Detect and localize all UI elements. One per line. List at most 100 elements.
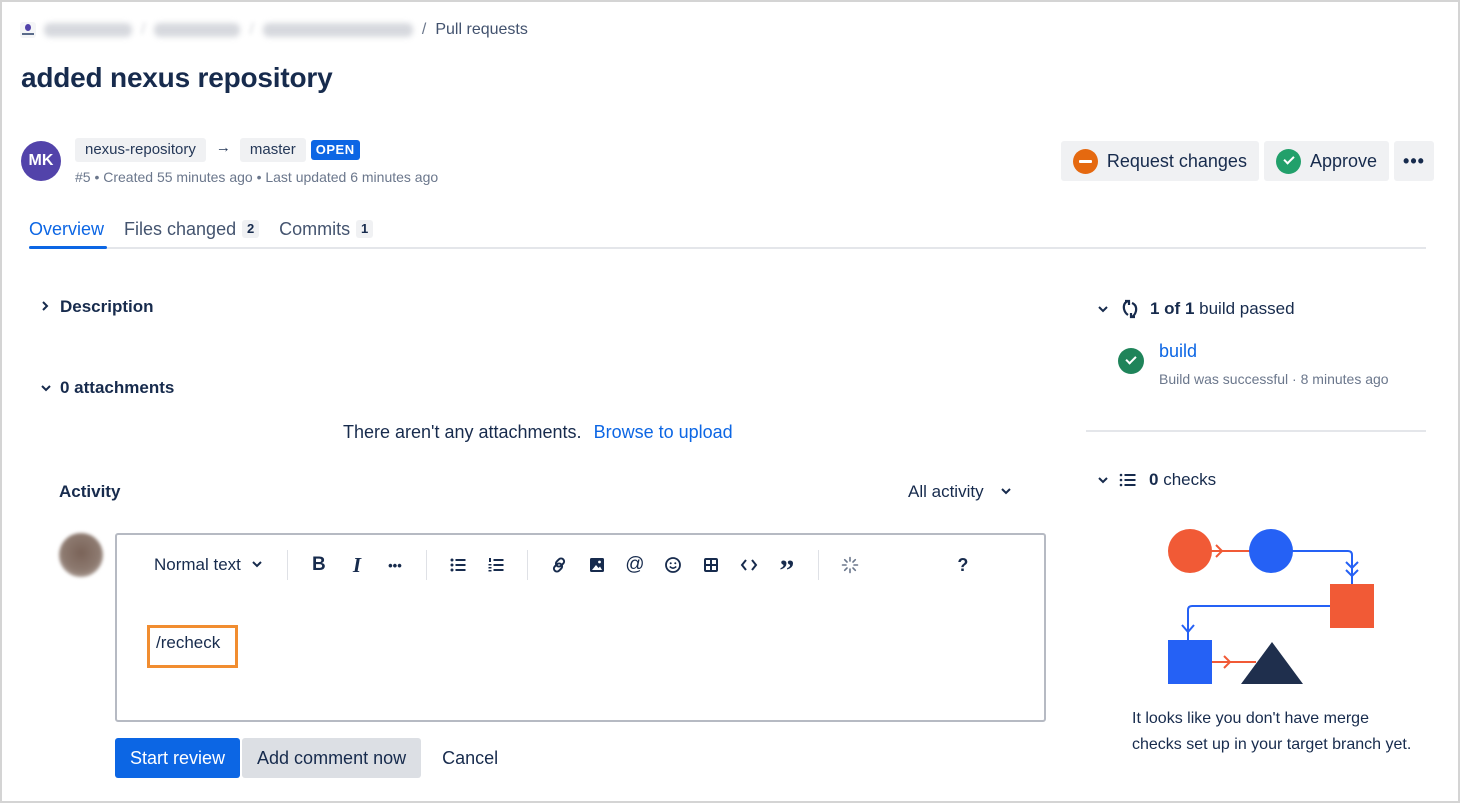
insert-more-button[interactable] <box>836 550 864 580</box>
image-button[interactable] <box>583 550 611 580</box>
text-style-label: Normal text <box>154 555 241 574</box>
bullet-list-button[interactable] <box>444 550 472 580</box>
activity-filter-dropdown[interactable]: All activity <box>908 482 1012 502</box>
attachments-empty-text: There aren't any attachments. <box>343 422 582 442</box>
chevron-down-icon <box>40 381 51 396</box>
code-icon <box>740 559 758 571</box>
breadcrumb-workspace-blurred[interactable] <box>44 23 132 37</box>
illus-arrow-red-top <box>1206 544 1250 558</box>
tab-label: Commits <box>279 218 351 239</box>
checks-empty-text: It looks like you don't have merge check… <box>1132 710 1412 753</box>
help-button[interactable]: ? <box>949 550 977 580</box>
editor-actions: Start review Add comment now Cancel <box>115 738 513 778</box>
chevron-down-icon <box>1097 473 1108 488</box>
chevron-right-icon <box>40 300 50 315</box>
activity-title: Activity <box>59 482 121 501</box>
breadcrumb-project-blurred[interactable] <box>154 23 241 37</box>
page-title: added nexus repository <box>21 62 333 93</box>
request-changes-icon <box>1072 148 1098 174</box>
merge-checks-illustration <box>1168 529 1374 684</box>
quote-button[interactable]: ” <box>773 550 801 586</box>
request-changes-button[interactable]: Request changes <box>1060 141 1259 181</box>
chevron-down-icon <box>1000 485 1012 499</box>
toolbar-divider <box>526 550 528 580</box>
attachments-label: 0 attachments <box>60 378 175 397</box>
tab-label: Files changed <box>124 218 237 239</box>
numbered-list-icon <box>488 558 504 572</box>
description-label: Description <box>60 297 154 316</box>
editor-text[interactable]: /recheck <box>156 633 220 653</box>
emoji-icon <box>665 557 681 573</box>
mention-button[interactable]: @ <box>621 550 649 580</box>
italic-button[interactable]: I <box>343 550 371 580</box>
checklist-icon <box>1119 473 1136 487</box>
pr-actions: Request changes Approve ••• <box>1060 141 1434 181</box>
attachments-toggle[interactable]: 0 attachments <box>40 378 174 398</box>
breadcrumb-separator: / <box>141 21 146 38</box>
illus-blue-circle <box>1249 529 1293 573</box>
start-review-button[interactable]: Start review <box>115 738 241 778</box>
build-meta: Build was successful · 8 minutes ago <box>1159 371 1389 387</box>
activity-filter-label: All activity <box>908 482 984 501</box>
breadcrumb: / / / Pull requests <box>20 18 528 42</box>
status-badge: OPEN <box>310 140 360 160</box>
tab-label: Overview <box>29 218 105 239</box>
emoji-button[interactable] <box>659 550 687 580</box>
add-comment-button[interactable]: Add comment now <box>242 738 422 778</box>
meta-separator: · <box>1288 371 1301 387</box>
request-changes-label: Request changes <box>1106 150 1247 171</box>
table-button[interactable] <box>697 550 725 580</box>
chevron-down-icon <box>1097 302 1108 317</box>
toolbar-divider <box>817 550 819 580</box>
breadcrumb-separator: / <box>249 21 254 38</box>
toolbar-divider <box>286 550 288 580</box>
numbered-list-button[interactable] <box>482 550 510 580</box>
builds-toggle[interactable]: 1 of 1 build passed <box>1097 298 1295 320</box>
cancel-button[interactable]: Cancel <box>427 738 513 778</box>
text-style-dropdown[interactable]: Normal text <box>154 555 263 575</box>
checks-toggle[interactable]: 0 checks <box>1097 470 1216 490</box>
more-actions-button[interactable]: ••• <box>1394 141 1434 181</box>
link-icon <box>552 557 565 573</box>
illus-blue-square <box>1168 640 1212 684</box>
code-button[interactable] <box>735 550 763 580</box>
table-icon <box>703 558 718 572</box>
description-toggle[interactable]: Description <box>40 297 154 317</box>
attachments-empty-state: There aren't any attachments. Browse to u… <box>343 422 733 443</box>
browse-to-upload-link[interactable]: Browse to upload <box>594 422 733 442</box>
breadcrumb-pull-requests[interactable]: Pull requests <box>435 21 528 39</box>
author-avatar[interactable]: MK <box>21 141 61 181</box>
sparkle-icon <box>841 556 859 574</box>
illus-arrow-red-bottom <box>1212 655 1256 669</box>
active-tab-indicator <box>29 246 107 249</box>
tab-count-badge: 1 <box>356 220 374 238</box>
more-icon: ••• <box>1403 150 1425 171</box>
source-branch[interactable]: nexus-repository <box>75 138 206 162</box>
pr-subtitle: #5 • Created 55 minutes ago • Last updat… <box>75 169 439 185</box>
branch-info: nexus-repository → master OPEN <box>75 138 360 162</box>
approve-button[interactable]: Approve <box>1263 141 1389 181</box>
target-branch[interactable]: master <box>239 138 306 162</box>
sync-icon <box>1122 299 1138 319</box>
sidebar-divider <box>1086 430 1426 432</box>
tab-count-badge: 2 <box>242 220 260 238</box>
breadcrumb-separator: / <box>421 21 427 38</box>
build-link[interactable]: build <box>1159 341 1197 362</box>
build-status: Build was successful <box>1159 371 1289 387</box>
current-user-avatar <box>59 533 103 577</box>
bullet-list-icon <box>450 558 466 572</box>
breadcrumb-repository-blurred[interactable] <box>262 23 413 37</box>
builds-summary-count: 1 of 1 <box>1150 299 1195 318</box>
more-formatting-button[interactable]: ••• <box>381 550 409 580</box>
bold-button[interactable]: B <box>305 550 333 580</box>
builds-summary-label: build passed <box>1194 299 1295 318</box>
build-time: 8 minutes ago <box>1300 371 1389 387</box>
link-button[interactable] <box>545 550 573 580</box>
chevron-down-icon <box>251 558 263 572</box>
illus-red-circle <box>1168 529 1212 573</box>
tab-overview[interactable]: Overview <box>29 216 104 242</box>
comment-editor[interactable]: Normal text B I ••• @ ” ? /recheck <box>115 533 1046 722</box>
tab-commits[interactable]: Commits 1 <box>279 216 374 242</box>
tab-files-changed[interactable]: Files changed 2 <box>124 216 260 242</box>
workspace-logo-icon[interactable] <box>20 22 36 38</box>
